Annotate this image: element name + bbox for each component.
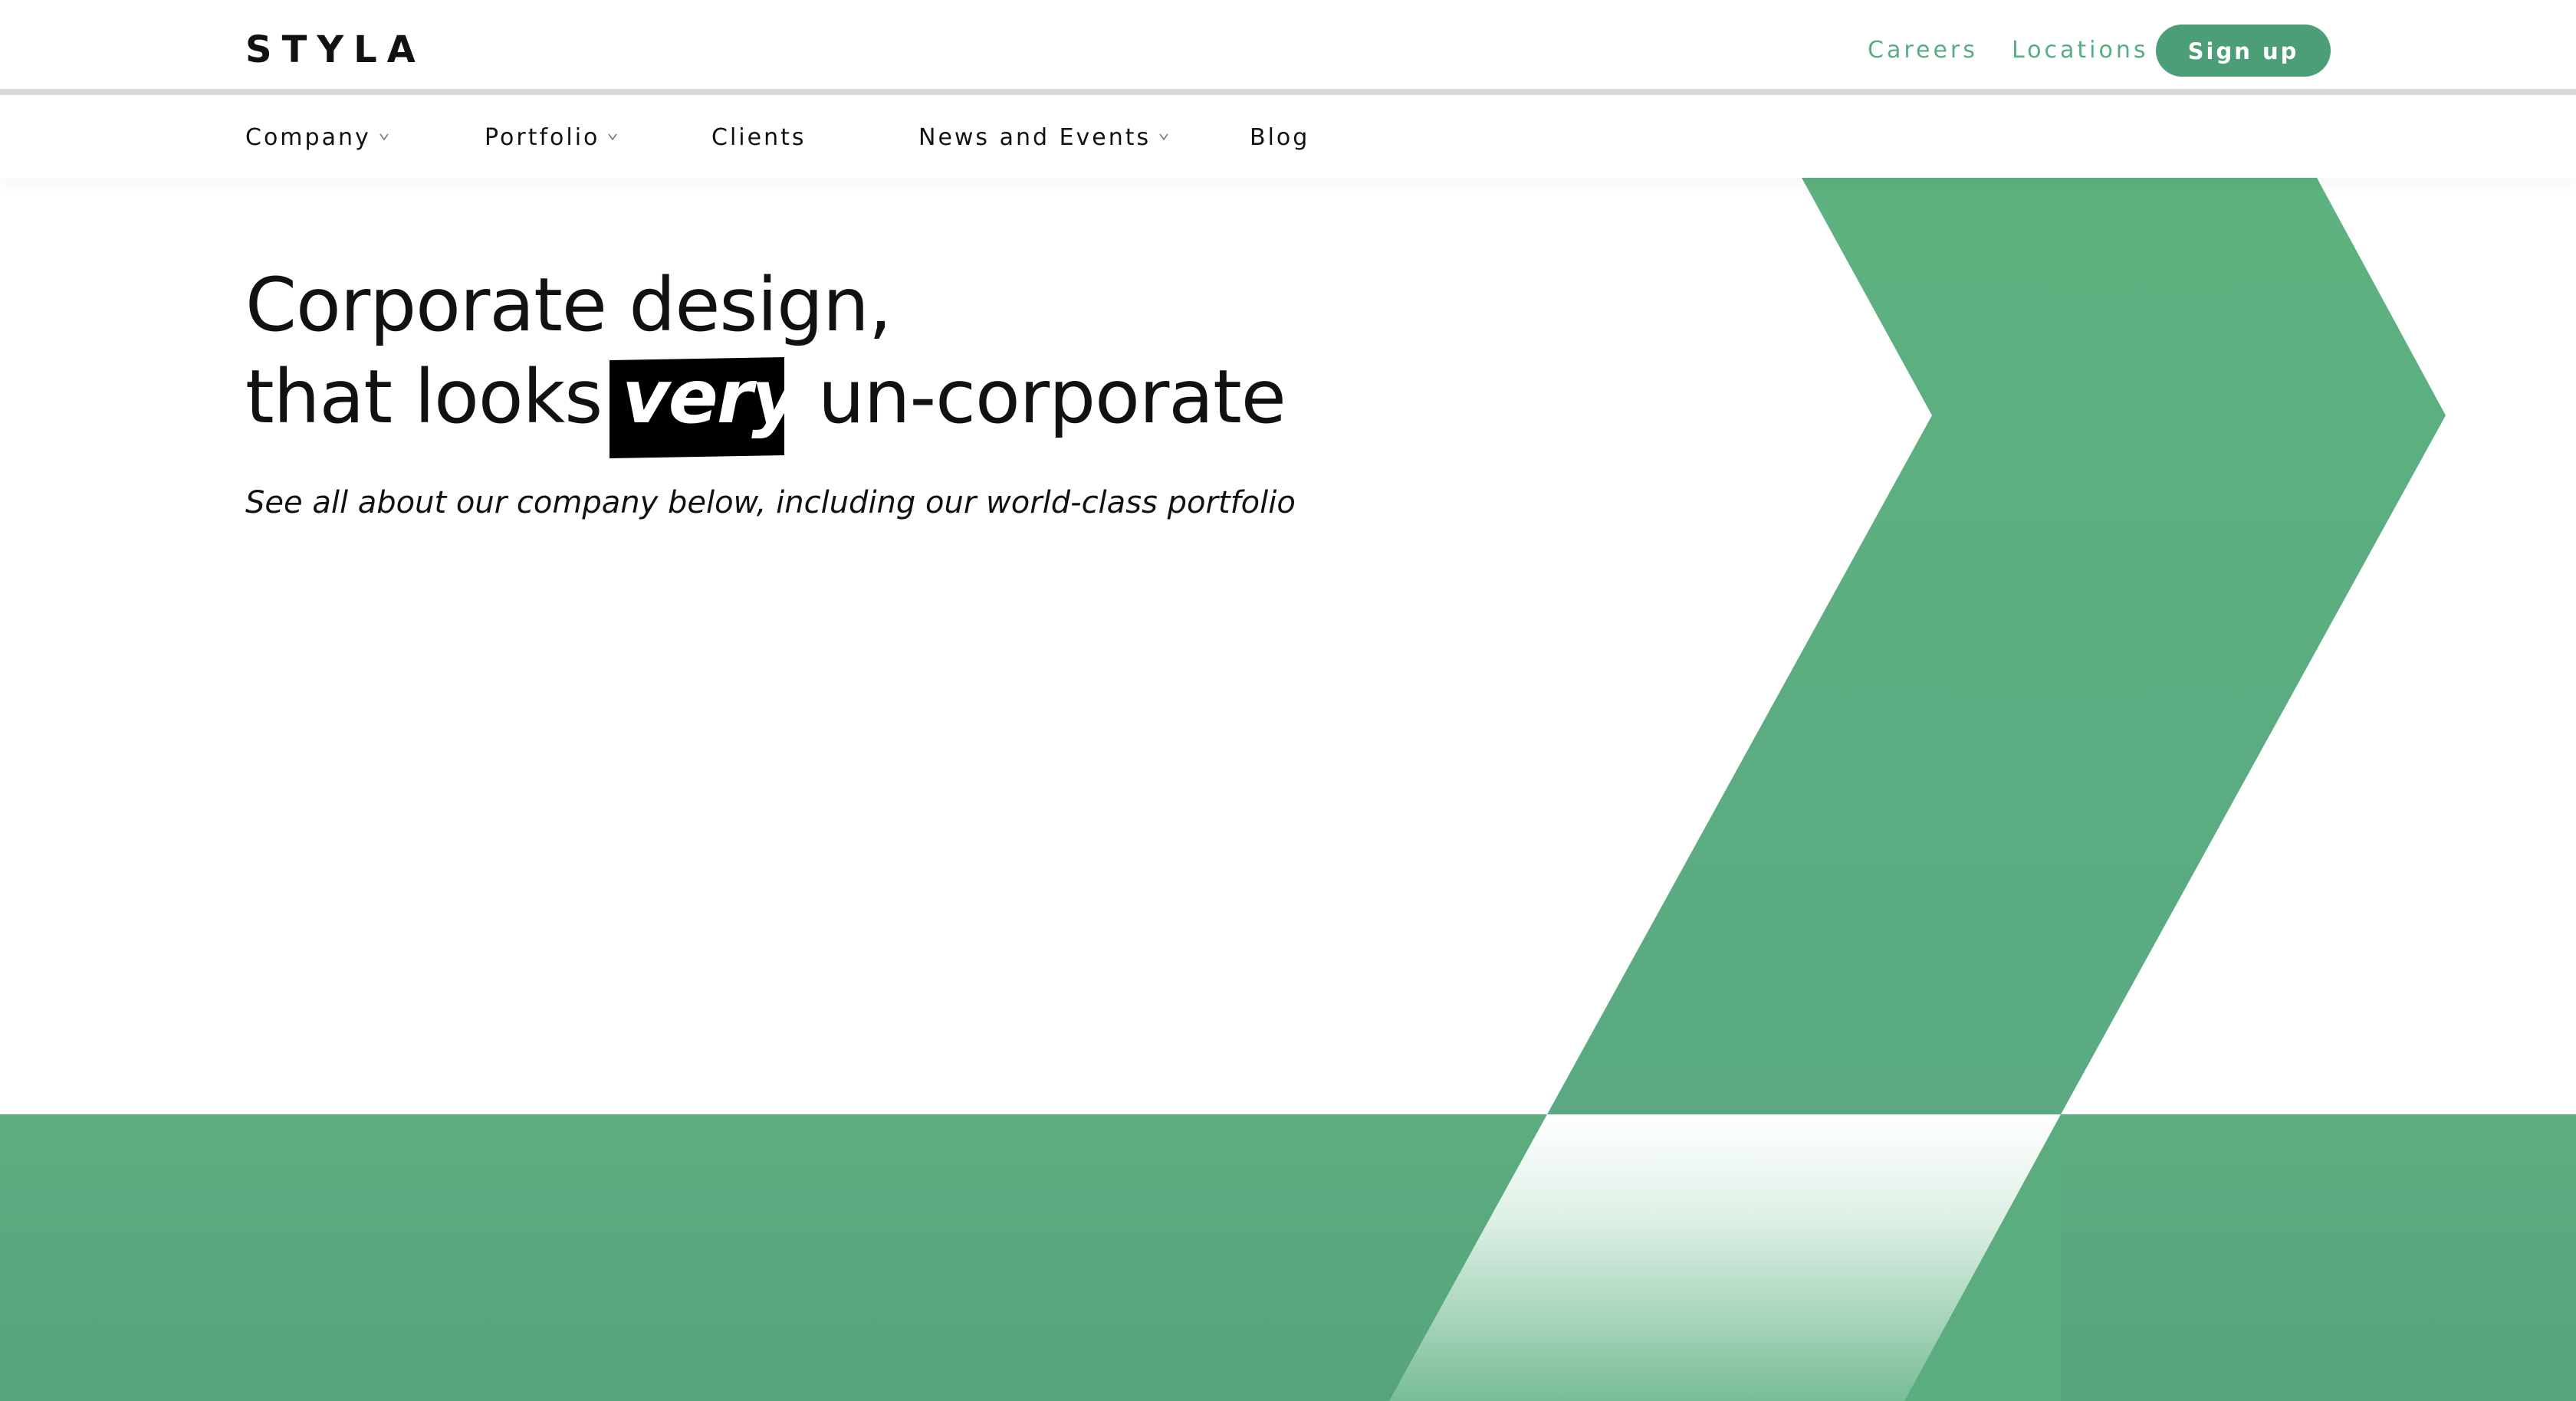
nav-item-company[interactable]: Company — [245, 123, 389, 153]
headline-highlight: very — [610, 351, 806, 458]
nav-item-label: Portfolio — [485, 124, 600, 151]
nav-item-news-and-events[interactable]: News and Events — [918, 123, 1169, 153]
nav-item-clients[interactable]: Clients — [711, 123, 806, 153]
chevron-down-icon — [607, 131, 618, 142]
hero-headline-suffix: un-corporate — [817, 354, 1286, 440]
hero-headline-prefix: that looks — [245, 354, 603, 440]
headline-highlight-text: very — [622, 354, 800, 440]
styla-logo[interactable]: STYLA — [245, 28, 426, 72]
hero-headline-line-2: that looks very un-corporate — [245, 351, 1286, 458]
nav-item-label: Company — [245, 124, 371, 151]
nav-item-label: Blog — [1250, 124, 1310, 151]
nav-item-label: News and Events — [918, 124, 1152, 151]
sign-up-button[interactable]: Sign up — [2156, 25, 2331, 77]
styla-homepage: STYLA Careers Locations Sign up Company … — [0, 0, 2576, 1401]
nav-item-portfolio[interactable]: Portfolio — [485, 123, 618, 153]
chevron-down-icon — [1158, 131, 1169, 142]
main-navigation: Company Portfolio Clients News and Event… — [0, 95, 2576, 178]
locations-link[interactable]: Locations — [2012, 34, 2149, 67]
nav-item-blog[interactable]: Blog — [1250, 123, 1309, 153]
hero-arrow-shape — [1547, 178, 2446, 1114]
careers-link[interactable]: Careers — [1868, 34, 1978, 67]
hero-copy: Corporate design, that looks very un-corpo… — [245, 259, 1286, 458]
hero-subtitle: See all about our company below, includi… — [245, 485, 1296, 520]
hero-green-band — [0, 1114, 2576, 1401]
hero-headline-line-1: Corporate design, — [245, 262, 892, 348]
hero-headline: Corporate design, that looks very un-corpo… — [245, 259, 1286, 458]
chevron-down-icon — [379, 131, 389, 142]
top-header: STYLA Careers Locations Sign up — [0, 0, 2576, 95]
nav-item-label: Clients — [711, 124, 807, 151]
